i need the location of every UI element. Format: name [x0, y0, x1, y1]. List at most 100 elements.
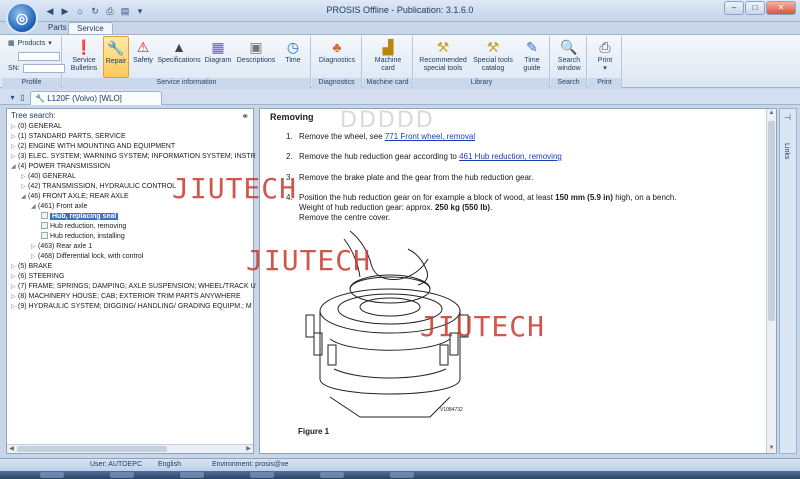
- spec-icon: ▲: [172, 39, 186, 55]
- sn-row: [8, 52, 60, 61]
- tree-item[interactable]: ▷ (0) GENERAL: [11, 122, 62, 132]
- button-label: Bulletins: [70, 65, 98, 72]
- safety-button[interactable]: ⚠ Safety: [130, 36, 156, 78]
- document-tab[interactable]: 🔧 L120F (Volvo) [WLO]: [30, 91, 162, 105]
- group-label-machine-card: Machine card: [363, 78, 412, 88]
- tree-item-label: (42) TRANSMISSION, HYDRAULIC CONTROL: [28, 183, 177, 190]
- special-tools-catalog-button[interactable]: ⚒ Special tools catalog: [470, 36, 516, 78]
- diagram-icon: ▦: [211, 39, 225, 55]
- tree-item[interactable]: ◢ (461) Front axle: [31, 202, 87, 212]
- binoculars-icon[interactable]: ⚭: [241, 110, 249, 123]
- collapsed-arrow-icon[interactable]: ▷: [11, 282, 18, 292]
- tree-item[interactable]: ◢ (46) FRONT AXLE; REAR AXLE: [21, 192, 129, 202]
- scroll-up-icon[interactable]: ▲: [767, 109, 776, 118]
- ribbon: ▦ Products ▾ SN: Profile ❗ Service Bulle…: [0, 34, 800, 88]
- products-input[interactable]: [18, 52, 60, 61]
- tree-item-label: (7) FRAME; SPRINGS; DAMPING; AXLE SUSPEN…: [18, 283, 256, 290]
- time-button[interactable]: ◷ Time: [279, 36, 307, 78]
- step-text: Remove the hub reduction gear according …: [299, 152, 460, 161]
- tree-item[interactable]: ▷ (6) STEERING: [11, 272, 64, 282]
- app-menu-orb[interactable]: ◎: [6, 2, 38, 34]
- links-side-pane[interactable]: ⊣ Links: [779, 108, 797, 454]
- maximize-button[interactable]: □: [745, 1, 765, 15]
- collapsed-arrow-icon[interactable]: ▷: [21, 182, 28, 192]
- tree-item[interactable]: Hub, replacing seal: [41, 212, 119, 222]
- tools-icon: ⚒: [436, 39, 450, 55]
- tree-item[interactable]: ▷ (8) MACHINERY HOUSE; CAB; EXTERIOR TRIM…: [11, 292, 241, 302]
- collapsed-arrow-icon[interactable]: ▷: [11, 292, 18, 302]
- tree-horizontal-scrollbar[interactable]: ◀ ▶: [7, 444, 253, 453]
- diagram-button[interactable]: ▦ Diagram: [202, 36, 234, 78]
- time-guide-button[interactable]: ✎ Time guide: [518, 36, 546, 78]
- expanded-arrow-icon[interactable]: ◢: [11, 162, 18, 172]
- tree-item[interactable]: ▷ (40) GENERAL: [21, 172, 76, 182]
- panel-icon[interactable]: ▯: [18, 93, 27, 102]
- tree-item[interactable]: Hub reduction, removing: [41, 222, 126, 232]
- tree-item[interactable]: ▷ (3) ELEC. SYSTEM; WARNING SYSTEM; INFOR…: [11, 152, 256, 162]
- print-button[interactable]: ⎙ Print ▾: [592, 36, 618, 78]
- document-leaf-icon: [41, 232, 48, 239]
- collapsed-arrow-icon[interactable]: ▷: [21, 172, 28, 182]
- button-label: Diagram: [204, 57, 232, 64]
- collapsed-arrow-icon[interactable]: ▷: [31, 252, 38, 262]
- collapsed-arrow-icon[interactable]: ▷: [11, 122, 18, 132]
- tree-item-label: Hub, replacing seal: [50, 213, 119, 220]
- tree-item[interactable]: ▷ (9) HYDRAULIC SYSTEM; DIGGING/ HANDLING…: [11, 302, 252, 312]
- collapsed-arrow-icon[interactable]: ▷: [11, 272, 18, 282]
- products-dropdown[interactable]: ▦ Products ▾: [8, 39, 52, 48]
- step-text: Remove the brake plate and the gear from…: [299, 173, 534, 182]
- specifications-button[interactable]: ▲ Specifications: [157, 36, 201, 78]
- tools-catalog-icon: ⚒: [486, 39, 500, 55]
- sn-input[interactable]: [22, 64, 65, 73]
- collapsed-arrow-icon[interactable]: ▷: [11, 152, 18, 162]
- machine-card-button[interactable]: ▟ Machine card: [369, 36, 407, 78]
- collapsed-arrow-icon[interactable]: ▷: [11, 142, 18, 152]
- pin-icon[interactable]: ▾: [8, 93, 17, 102]
- link-hub-reduction-removing[interactable]: 461 Hub reduction, removing: [459, 152, 562, 161]
- scroll-left-icon[interactable]: ◀: [7, 445, 16, 453]
- collapsed-arrow-icon[interactable]: ▷: [31, 242, 38, 252]
- collapsed-arrow-icon[interactable]: ▷: [11, 262, 18, 272]
- pin-icon[interactable]: ⊣: [784, 113, 791, 122]
- tree-item[interactable]: ▷ (1) STANDARD PARTS, SERVICE: [11, 132, 126, 142]
- search-icon: 🔍: [560, 39, 578, 55]
- document-tab-strip: ▾ ▯ 🔧 L120F (Volvo) [WLO]: [0, 89, 800, 105]
- close-button[interactable]: ✕: [766, 1, 796, 15]
- collapsed-arrow-icon[interactable]: ▷: [11, 132, 18, 142]
- tree-item[interactable]: ◢ (4) POWER TRANSMISSION: [11, 162, 110, 172]
- search-window-button[interactable]: 🔍 Search window: [553, 36, 585, 78]
- scroll-thumb[interactable]: [17, 446, 167, 452]
- sn-row-2: SN:: [8, 64, 65, 73]
- step-text: high, on a bench.: [612, 193, 677, 202]
- service-bulletins-button[interactable]: ❗ Service Bulletins: [67, 36, 101, 78]
- group-profile: ▦ Products ▾ SN: Profile: [2, 36, 65, 88]
- tree-item-label: Hub reduction, removing: [50, 223, 127, 230]
- tree-item[interactable]: ▷ (5) BRAKE: [11, 262, 52, 272]
- expanded-arrow-icon[interactable]: ◢: [21, 192, 28, 202]
- group-library: ⚒ Recommended special tools ⚒ Special to…: [414, 36, 550, 88]
- link-front-wheel-removal[interactable]: 771 Front wheel, removal: [385, 132, 475, 141]
- tree-item[interactable]: ▷ (468) Differential lock, with control: [31, 252, 143, 262]
- tree-item[interactable]: Hub reduction, installing: [41, 232, 125, 242]
- expanded-arrow-icon[interactable]: ◢: [31, 202, 38, 212]
- recommended-special-tools-button[interactable]: ⚒ Recommended special tools: [418, 36, 468, 78]
- tree-item[interactable]: ▷ (42) TRANSMISSION, HYDRAULIC CONTROL: [21, 182, 176, 192]
- scroll-right-icon[interactable]: ▶: [244, 445, 253, 453]
- collapsed-arrow-icon[interactable]: ▷: [11, 302, 18, 312]
- step-number: 4.: [286, 193, 293, 202]
- step-text: Remove the wheel, see: [299, 132, 385, 141]
- tab-service[interactable]: Service: [68, 22, 113, 34]
- repair-button[interactable]: 🔧 Repair: [103, 36, 129, 78]
- step-bold-value: 250 kg (550 lb): [434, 203, 491, 212]
- tree-item[interactable]: ▷ (7) FRAME; SPRINGS; DAMPING; AXLE SUSPE…: [11, 282, 256, 292]
- minimize-button[interactable]: –: [724, 1, 744, 15]
- diagnostics-button[interactable]: ♣ Diagnostics: [315, 36, 359, 78]
- tree-item[interactable]: ▷ (2) ENGINE WITH MOUNTING AND EQUIPMENT: [11, 142, 175, 152]
- scroll-thumb[interactable]: [768, 121, 775, 321]
- figure-code: V1084732: [440, 407, 463, 413]
- descriptions-button[interactable]: ▣ Descriptions: [235, 36, 277, 78]
- document-vertical-scrollbar[interactable]: ▲ ▼: [766, 109, 776, 453]
- tree-item-label: (1) STANDARD PARTS, SERVICE: [18, 133, 126, 140]
- scroll-down-icon[interactable]: ▼: [767, 444, 776, 453]
- tree-item[interactable]: ▷ (463) Rear axle 1: [31, 242, 92, 252]
